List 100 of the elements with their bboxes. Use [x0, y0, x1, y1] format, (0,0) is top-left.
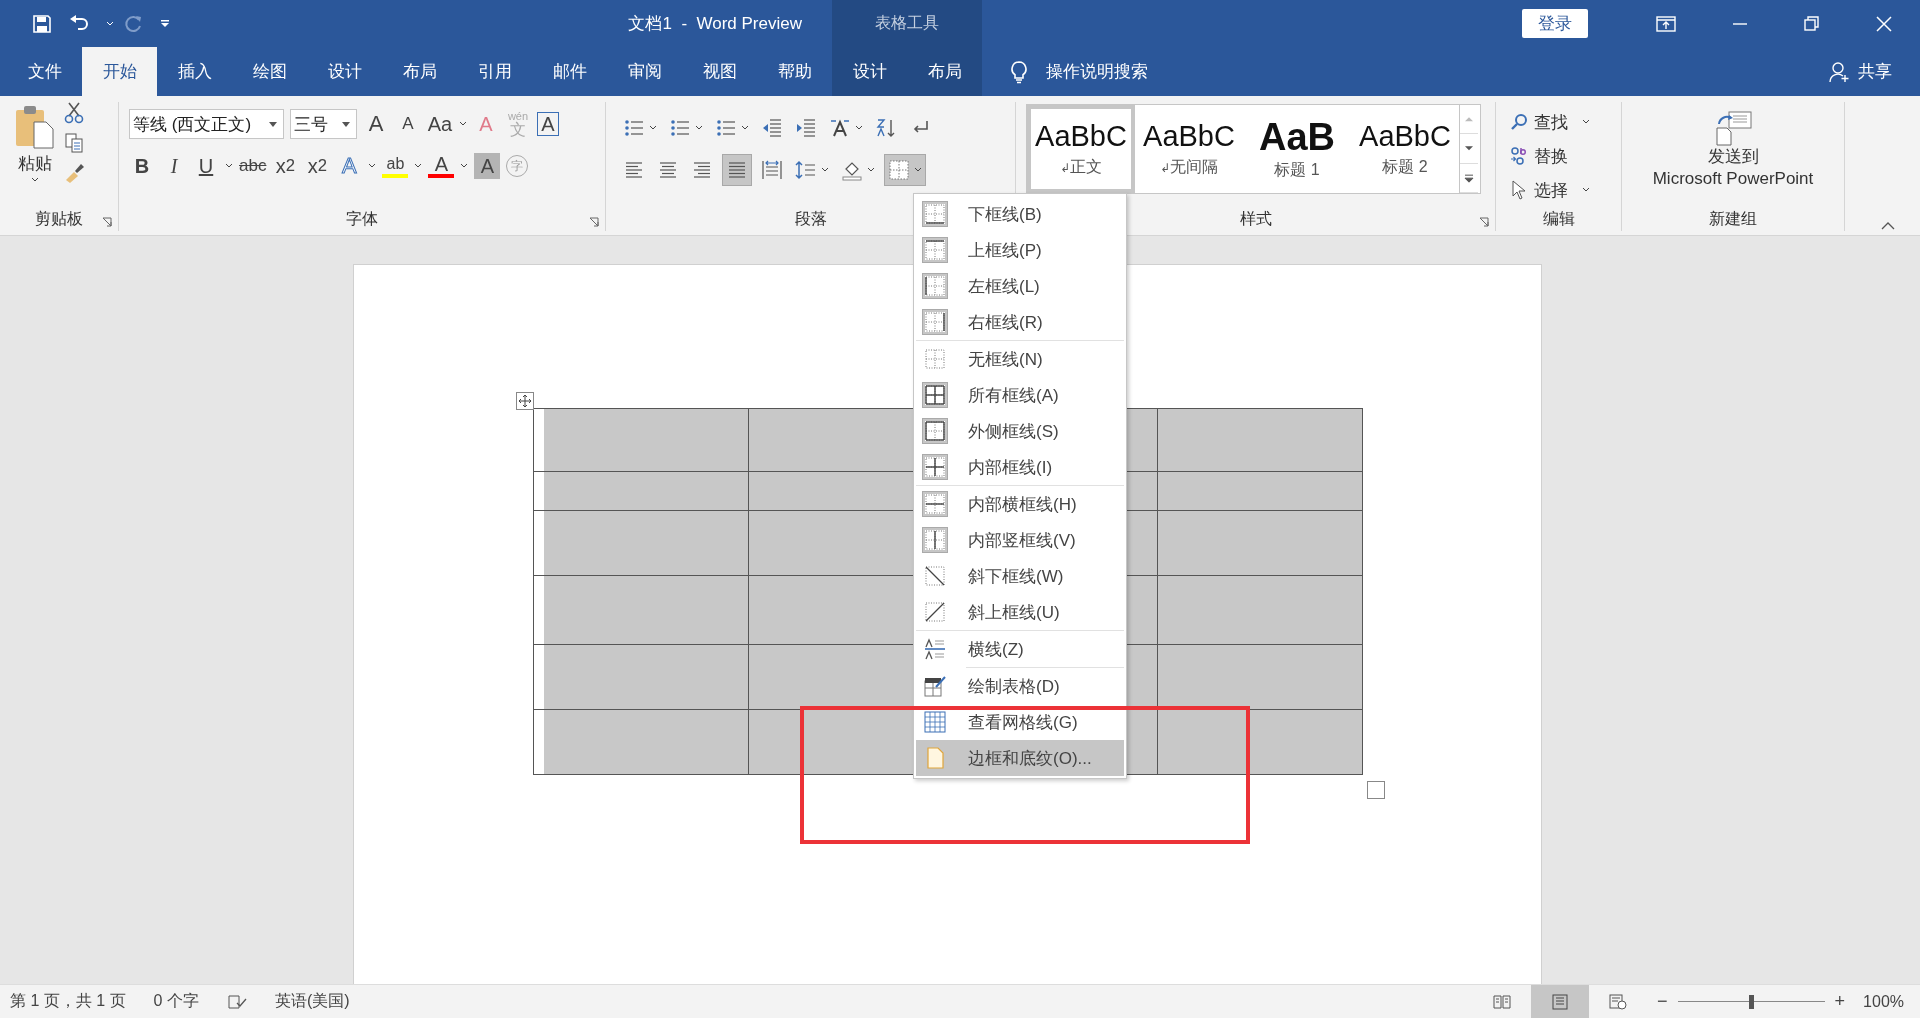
ribbon-tab[interactable]: 绘图	[232, 47, 307, 96]
replace-button[interactable]: 替换	[1510, 142, 1621, 170]
ribbon-tab[interactable]: 文件	[7, 47, 82, 96]
save-icon[interactable]	[32, 13, 52, 34]
menu-item[interactable]: 内部横框线(H)	[916, 486, 1124, 522]
launcher-icon[interactable]	[589, 217, 599, 227]
justify-button[interactable]	[722, 154, 752, 186]
book-icon	[1493, 993, 1512, 1010]
underline-button[interactable]: U	[193, 151, 219, 181]
ribbon-tab[interactable]: 布局	[382, 47, 457, 96]
style-item[interactable]: AaBbC ↲正文	[1027, 105, 1135, 193]
customize-icon[interactable]	[160, 18, 170, 29]
style-item[interactable]: AaBbC 标题 2	[1351, 105, 1459, 193]
ribbon-tab[interactable]: 设计	[307, 47, 382, 96]
italic-button[interactable]: I	[161, 151, 187, 181]
send-to-powerpoint-button[interactable]: 发送到 Microsoft PowerPoint	[1652, 102, 1814, 207]
menu-item[interactable]: 绘制表格(D)	[916, 668, 1124, 704]
font-size-field[interactable]: 三号	[290, 109, 357, 139]
ribbon-tab[interactable]: 布局	[907, 47, 982, 96]
ribbon-tab[interactable]: 引用	[457, 47, 532, 96]
language-label[interactable]: 英语(美国)	[274, 991, 350, 1012]
strikethrough-button[interactable]: abc	[239, 151, 267, 181]
person-add-icon[interactable]	[1828, 60, 1850, 83]
zoom-in-button[interactable]: +	[1834, 991, 1846, 1012]
collapse-ribbon-icon[interactable]	[1880, 221, 1896, 231]
menu-item[interactable]: 上框线(P)	[916, 232, 1124, 268]
launcher-icon[interactable]	[102, 217, 112, 227]
menu-item[interactable]: 内部竖框线(V)	[916, 522, 1124, 558]
share-button[interactable]: 共享	[1858, 60, 1892, 83]
zoom-thumb[interactable]	[1749, 994, 1755, 1009]
style-item[interactable]: AaB 标题 1	[1243, 105, 1351, 193]
brush-icon[interactable]	[64, 162, 86, 184]
copy-icon[interactable]	[64, 132, 84, 154]
paste-button[interactable]: 粘贴	[14, 102, 56, 183]
caret-icon[interactable]	[414, 163, 423, 169]
ribbon-tab[interactable]: 插入	[157, 47, 232, 96]
caret-icon[interactable]	[225, 163, 233, 169]
select-button[interactable]: 选择	[1510, 176, 1621, 204]
menu-item[interactable]: 所有框线(A)	[916, 377, 1124, 413]
find-button[interactable]: 查找	[1510, 108, 1621, 136]
proofing-icon[interactable]	[226, 993, 247, 1010]
group-label: 编辑	[1542, 208, 1575, 229]
move-handle-icon[interactable]	[516, 392, 534, 410]
caret-icon[interactable]	[368, 163, 377, 169]
ribbon-tab[interactable]: 设计	[832, 47, 907, 96]
shrink-font-button[interactable]: A	[395, 109, 421, 139]
scissors-icon[interactable]	[64, 102, 84, 124]
menu-item[interactable]: 内部框线(I)	[916, 449, 1124, 485]
lightbulb-icon	[1010, 59, 1028, 84]
menu-item[interactable]: 外侧框线(S)	[916, 413, 1124, 449]
menu-item[interactable]: 斜上框线(U)	[916, 594, 1124, 630]
borders-button[interactable]	[884, 154, 926, 186]
font-name-field[interactable]: 等线 (西文正文)	[129, 109, 284, 139]
character-shading-button[interactable]: A	[474, 153, 501, 179]
login-button[interactable]: 登录	[1522, 9, 1588, 38]
bullets-icon	[623, 117, 645, 139]
resize-handle-icon[interactable]	[1367, 781, 1385, 799]
menu-item[interactable]: 下框线(B)	[916, 196, 1124, 232]
left-border-icon	[922, 273, 948, 299]
word-count[interactable]: 0 个字	[153, 991, 199, 1012]
ribbon-tab[interactable]: 开始	[82, 47, 157, 96]
highlight-button[interactable]: ab	[382, 154, 409, 178]
menu-item[interactable]: 左框线(L)	[916, 268, 1124, 304]
ribbon-tab[interactable]: 邮件	[532, 47, 607, 96]
launcher-icon[interactable]	[1479, 217, 1489, 227]
restore-icon[interactable]	[1804, 15, 1820, 32]
style-item[interactable]: AaBbC ↲无间隔	[1135, 105, 1243, 193]
menu-item[interactable]: 斜下框线(W)	[916, 558, 1124, 594]
ribbon-tab[interactable]: 视图	[682, 47, 757, 96]
change-case-button[interactable]: Aa	[427, 109, 453, 139]
dropdown-icon	[342, 121, 350, 127]
menu-item[interactable]: 右框线(R)	[916, 304, 1124, 340]
menu-item[interactable]: 无框线(N)	[916, 341, 1124, 377]
menu-item[interactable]: 横线(Z)	[916, 631, 1124, 667]
menu-item[interactable]: 边框和底纹(O)...	[916, 740, 1124, 776]
menu-item[interactable]: 查看网格线(G)	[916, 704, 1124, 740]
window-title: 文档1 - Word Preview	[628, 13, 802, 35]
decrease-indent-icon	[761, 117, 783, 139]
caret-icon[interactable]	[460, 163, 469, 169]
group-label: 字体	[346, 208, 378, 229]
zoom-level[interactable]: 100%	[1863, 992, 1904, 1011]
zoom-out-button[interactable]: −	[1657, 991, 1668, 1012]
page-count[interactable]: 第 1 页，共 1 页	[10, 991, 126, 1012]
caret-icon[interactable]	[459, 121, 467, 127]
character-border-button[interactable]: A	[537, 112, 559, 136]
caret-icon	[1582, 119, 1590, 125]
page-icon	[1551, 993, 1570, 1010]
inside-borders-icon	[922, 454, 948, 480]
font-color-button[interactable]: A	[428, 154, 455, 178]
redo-icon[interactable]	[124, 13, 144, 34]
bold-button[interactable]: B	[129, 151, 155, 181]
close-icon[interactable]	[1876, 15, 1892, 32]
grow-font-button[interactable]: A	[363, 109, 389, 139]
tell-me-field[interactable]: 操作说明搜索	[1046, 60, 1148, 83]
zoom-slider[interactable]	[1677, 993, 1825, 1010]
caret-icon[interactable]	[106, 20, 114, 27]
ribbon-tab[interactable]: 审阅	[607, 47, 682, 96]
ribbon-tab[interactable]: 帮助	[757, 47, 832, 96]
group-label: 剪贴板	[35, 208, 83, 229]
ribbon-display-icon[interactable]	[1656, 15, 1676, 32]
